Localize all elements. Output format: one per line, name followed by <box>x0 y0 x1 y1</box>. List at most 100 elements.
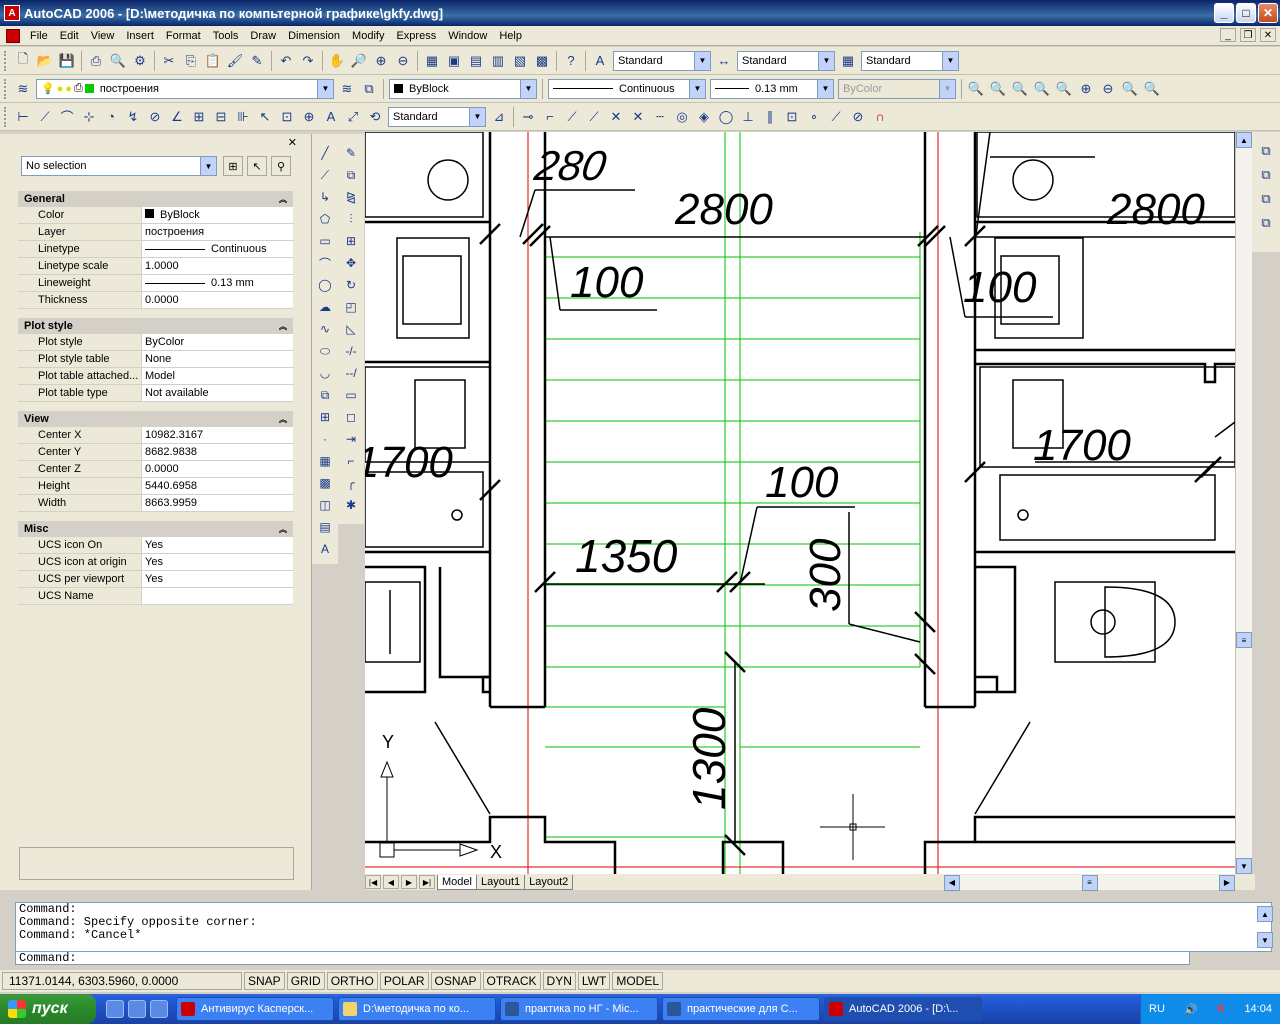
zoom-scale-icon[interactable]: 🔍 <box>1031 78 1053 100</box>
zoom-window-icon[interactable]: ⊕ <box>370 50 392 72</box>
snap-toggle[interactable]: SNAP <box>244 972 285 990</box>
revision-cloud-icon[interactable]: ☁ <box>314 296 336 318</box>
show-desktop-icon[interactable] <box>150 1000 168 1018</box>
menu-tools[interactable]: Tools <box>207 28 245 44</box>
horizontal-scrollbar[interactable]: ◀ ≡ ▶ <box>944 874 1235 891</box>
selection-select[interactable]: No selection ▼ <box>21 156 217 176</box>
prop-row[interactable]: Center Z 0.0000 <box>18 461 293 478</box>
menu-edit[interactable]: Edit <box>54 28 85 44</box>
zoom-realtime-icon-2[interactable]: 🔍 <box>965 78 987 100</box>
task-folder[interactable]: D:\методичка по ко... <box>338 997 496 1021</box>
task-autocad[interactable]: AutoCAD 2006 - [D:\... <box>824 997 982 1021</box>
coordinate-display[interactable]: 11371.0144, 6303.5960, 0.0000 <box>2 972 242 990</box>
text-style-select[interactable]: Standard ▼ <box>613 50 711 71</box>
drawing-svg[interactable]: 280 2800 2800 100 100 1700 1700 100 1350… <box>365 132 1235 874</box>
scroll-down-icon[interactable]: ▼ <box>1236 858 1252 874</box>
tool-palettes-icon[interactable]: ▤ <box>465 50 487 72</box>
tab-layout2[interactable]: Layout2 <box>524 874 574 890</box>
collapse-icon[interactable]: ︽ <box>279 192 287 208</box>
undo-icon[interactable]: ↶ <box>275 50 297 72</box>
layer-manager-icon[interactable]: ≋ <box>12 78 34 100</box>
radius-dim-icon[interactable]: ◔ <box>100 106 122 128</box>
draw-order-back-icon[interactable]: ⧉ <box>1255 164 1277 186</box>
tab-last-icon[interactable]: ▶| <box>419 875 435 889</box>
close-button[interactable]: ✕ <box>1258 3 1278 23</box>
mirror-icon[interactable]: ⧎ <box>340 186 362 208</box>
plot-icon[interactable]: ⎙ <box>85 50 107 72</box>
prop-row[interactable]: Color ByBlock <box>18 207 293 224</box>
collapse-icon[interactable]: ︽ <box>279 522 287 538</box>
layer-select[interactable]: 💡 ● ● ⎙ построения ▼ <box>36 78 334 99</box>
region-icon[interactable]: ◫ <box>314 494 336 516</box>
make-block-icon[interactable]: ⊞ <box>314 406 336 428</box>
snap-none-icon[interactable]: ⊘ <box>847 106 869 128</box>
make-layer-current-icon[interactable]: ≋ <box>336 78 358 100</box>
dim-edit-icon[interactable]: A <box>320 106 342 128</box>
pan-icon[interactable]: ✋ <box>326 50 348 72</box>
hatch-icon[interactable]: ▦ <box>314 450 336 472</box>
scroll-right-icon[interactable]: ▶ <box>1219 874 1235 891</box>
model-toggle[interactable]: MODEL <box>612 972 664 990</box>
tab-prev-icon[interactable]: ◀ <box>383 875 399 889</box>
snap-node-icon[interactable]: ∘ <box>803 106 825 128</box>
prop-row[interactable]: Center X 10982.3167 <box>18 427 293 444</box>
baseline-dim-icon[interactable]: ⊟ <box>210 106 232 128</box>
lineweight-select[interactable]: 0.13 mm ▼ <box>710 78 834 99</box>
snap-nearest-icon[interactable]: ⟋ <box>825 106 847 128</box>
stretch-icon[interactable]: ◺ <box>340 318 362 340</box>
zoom-in-icon[interactable]: ⊕ <box>1075 78 1097 100</box>
snap-extension-icon[interactable]: ┄ <box>649 106 671 128</box>
snap-parallel-icon[interactable]: ∥ <box>759 106 781 128</box>
dim-style-select[interactable]: Standard ▼ <box>737 50 835 71</box>
clock[interactable]: 14:04 <box>1244 1003 1272 1015</box>
aligned-dim-icon[interactable]: ⟋ <box>34 106 56 128</box>
prop-row[interactable]: Plot table attached... Model <box>18 368 293 385</box>
join-icon[interactable]: ⇥ <box>340 428 362 450</box>
minimize-button[interactable]: _ <box>1214 3 1234 23</box>
zoom-out-icon[interactable]: ⊖ <box>1097 78 1119 100</box>
text-style-icon[interactable]: A <box>589 50 611 72</box>
new-icon[interactable]: 🗋 <box>12 50 34 72</box>
snap-tangent-icon[interactable]: ◯ <box>715 106 737 128</box>
snap-apparent-icon[interactable]: ✕ <box>627 106 649 128</box>
zoom-dynamic-icon[interactable]: 🔍 <box>1009 78 1031 100</box>
select-objects-icon[interactable]: ↖ <box>247 156 267 176</box>
dyn-toggle[interactable]: DYN <box>542 972 576 990</box>
prop-row[interactable]: UCS icon at origin Yes <box>18 554 293 571</box>
snap-from-icon[interactable]: ⌐ <box>539 106 561 128</box>
menu-draw[interactable]: Draw <box>244 28 282 44</box>
offset-icon[interactable]: ⫶ <box>340 208 362 230</box>
design-center-icon[interactable]: ▣ <box>443 50 465 72</box>
explode-icon[interactable]: ✱ <box>340 494 362 516</box>
temp-track-icon[interactable]: ⊸ <box>517 106 539 128</box>
properties-icon[interactable]: ▦ <box>421 50 443 72</box>
draw-order-under-icon[interactable]: ⧉ <box>1255 212 1277 234</box>
extend-icon[interactable]: --/ <box>340 362 362 384</box>
vertical-scrollbar[interactable]: ▲ ≡ ▼ <box>1235 132 1252 874</box>
prop-row[interactable]: UCS per viewport Yes <box>18 571 293 588</box>
prop-row[interactable]: Lineweight 0.13 mm <box>18 275 293 292</box>
calculator-icon[interactable]: ▩ <box>531 50 553 72</box>
trim-icon[interactable]: -/- <box>340 340 362 362</box>
cut-icon[interactable]: ✂ <box>158 50 180 72</box>
doc-minimize-button[interactable]: _ <box>1220 28 1236 42</box>
otrack-toggle[interactable]: OTRACK <box>482 972 541 990</box>
scroll-up-icon[interactable]: ▲ <box>1236 132 1252 148</box>
scale-icon[interactable]: ◰ <box>340 296 362 318</box>
grid-toggle[interactable]: GRID <box>286 972 325 990</box>
save-icon[interactable]: 💾 <box>56 50 78 72</box>
command-history[interactable]: Command: Command: Specify opposite corne… <box>15 902 1272 952</box>
volume-icon[interactable]: 🔊 <box>1184 1003 1198 1016</box>
task-word-2[interactable]: практические для С... <box>662 997 820 1021</box>
copy-object-icon[interactable]: ⧉ <box>340 164 362 186</box>
table-icon[interactable]: ▤ <box>314 516 336 538</box>
zoom-realtime-icon[interactable]: 🔎 <box>348 50 370 72</box>
snap-perpendicular-icon[interactable]: ⊥ <box>737 106 759 128</box>
linear-dim-icon[interactable]: ⊢ <box>12 106 34 128</box>
linetype-select[interactable]: Continuous ▼ <box>548 78 706 99</box>
construction-line-icon[interactable]: ⟋ <box>314 164 336 186</box>
zoom-previous-icon[interactable]: ⊖ <box>392 50 414 72</box>
move-icon[interactable]: ✥ <box>340 252 362 274</box>
menu-window[interactable]: Window <box>442 28 493 44</box>
continue-dim-icon[interactable]: ⊪ <box>232 106 254 128</box>
